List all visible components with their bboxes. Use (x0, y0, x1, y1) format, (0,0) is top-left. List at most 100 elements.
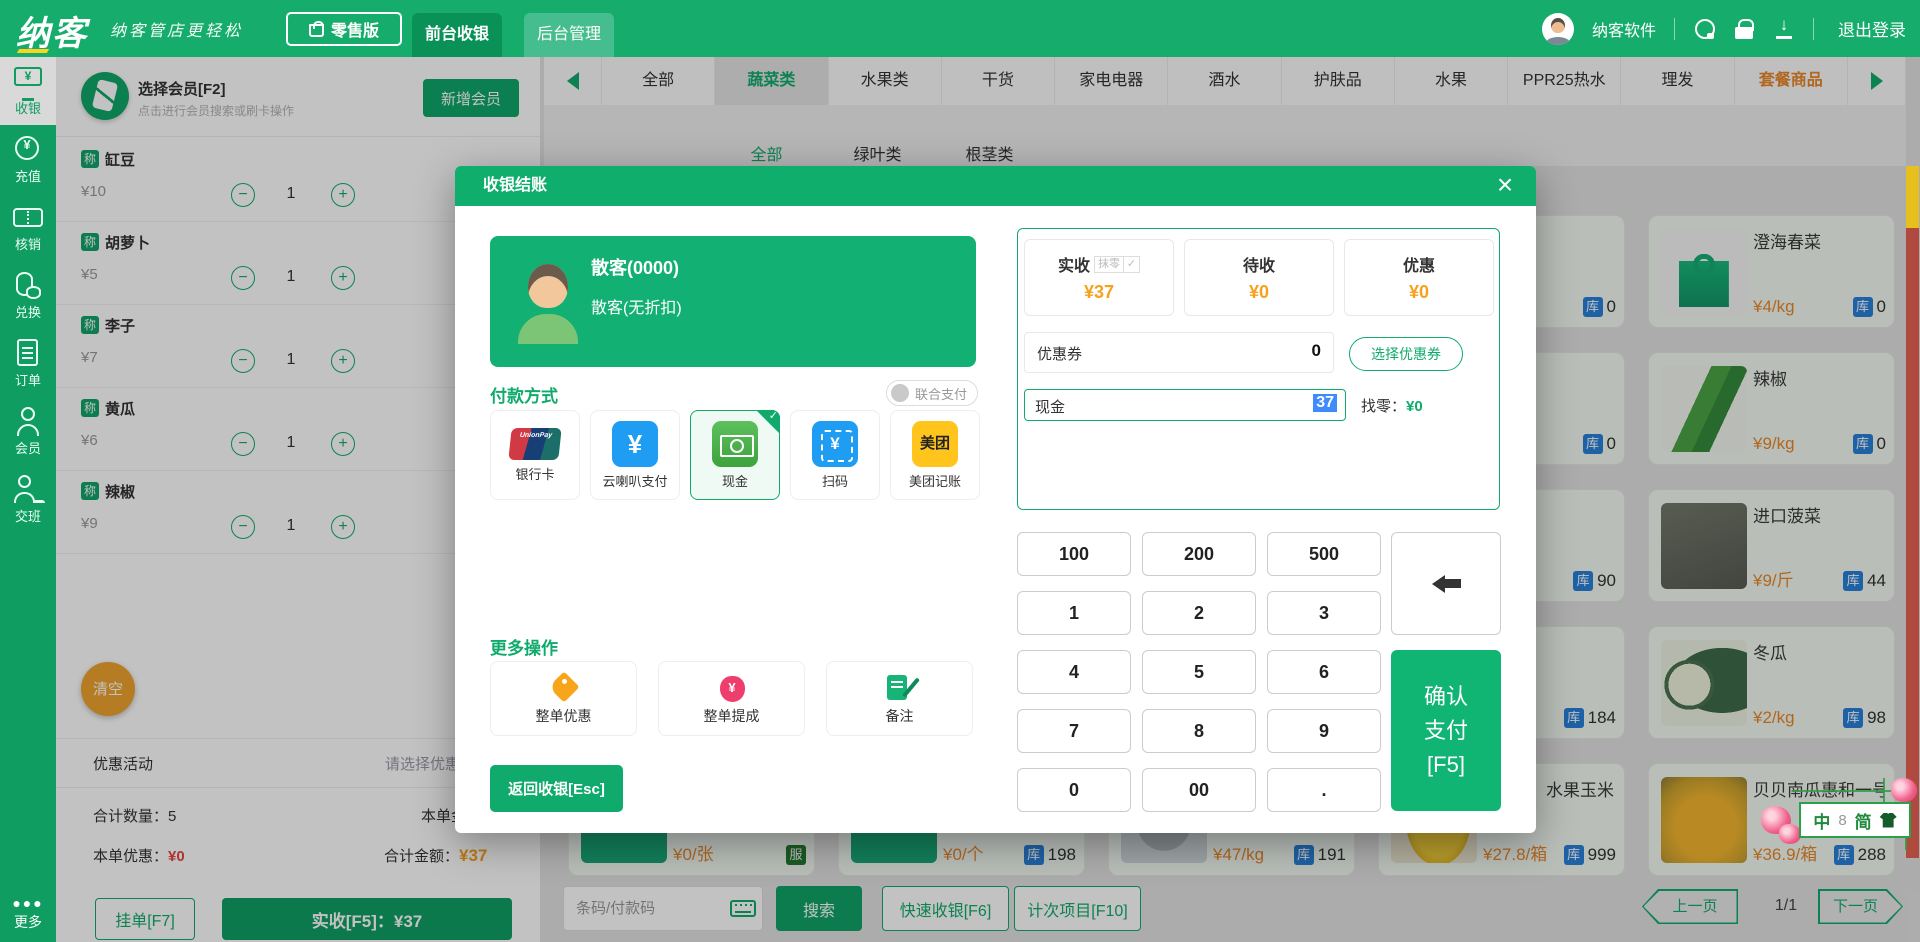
sidebar-item-icon (11, 406, 45, 436)
sidebar-item-label: 会员 (0, 438, 56, 457)
sidebar-item-more[interactable]: ●●● 更多 (0, 894, 56, 932)
more-operation-card[interactable]: 整单提成 (658, 661, 805, 736)
summary-value: ¥0 (1345, 282, 1493, 303)
sidebar-item-label: 兑换 (0, 302, 56, 321)
summary-label: 实收 (1058, 252, 1090, 276)
user-avatar[interactable] (1542, 13, 1574, 45)
flower-decor-icon (1779, 824, 1801, 844)
payment-method-label: 扫码 (791, 471, 879, 490)
sidebar-item-label: 充值 (0, 166, 56, 185)
payment-method-tile[interactable]: 扫码 (790, 410, 880, 500)
support-headset-icon[interactable] (1693, 18, 1715, 40)
combined-pay-toggle[interactable]: 联合支付 (886, 380, 978, 406)
confirm-line: [F5] (1397, 748, 1495, 782)
lock-icon[interactable] (1733, 18, 1755, 40)
confirm-line: 确认 (1397, 680, 1495, 714)
numpad-key[interactable]: 7 (1017, 709, 1131, 753)
sidebar-item[interactable]: 交班 (0, 465, 56, 533)
summary-box: 实收 抹零✓ ¥37 (1024, 239, 1174, 316)
payment-method-tile[interactable]: 现金 (690, 410, 780, 500)
numpad-key[interactable]: 200 (1142, 532, 1256, 576)
numpad-key[interactable]: 3 (1267, 591, 1381, 635)
logout-button[interactable]: 退出登录 (1838, 16, 1906, 41)
payment-method-tile[interactable]: 银行卡 (490, 410, 580, 500)
numpad-key[interactable]: 500 (1267, 532, 1381, 576)
numpad-key[interactable]: 5 (1142, 650, 1256, 694)
download-icon[interactable] (1773, 18, 1795, 40)
backspace-icon (1432, 575, 1461, 593)
sidebar-item[interactable]: 订单 (0, 329, 56, 397)
more-operation-icon (880, 670, 920, 704)
numpad-key[interactable]: 0 (1017, 768, 1131, 812)
sidebar-item[interactable]: 兑换 (0, 261, 56, 329)
cash-label: 现金 (1035, 396, 1065, 417)
more-operation-card[interactable]: 整单优惠 (490, 661, 637, 736)
sidebar-item-icon (11, 66, 45, 96)
numpad-key[interactable]: 9 (1267, 709, 1381, 753)
numpad-key[interactable]: 1 (1017, 591, 1131, 635)
rounding-checkbox[interactable]: 抹零✓ (1094, 256, 1140, 273)
numpad-key[interactable]: 4 (1017, 650, 1131, 694)
more-operations-label: 更多操作 (490, 634, 558, 659)
sidebar-item[interactable]: 会员 (0, 397, 56, 465)
more-operation-card[interactable]: 备注 (826, 661, 973, 736)
more-operation-label: 整单提成 (659, 706, 804, 726)
customer-avatar (512, 260, 584, 344)
sidebar-item-icon (11, 338, 45, 368)
ime-toolbar[interactable]: 中 8 简 (1765, 778, 1917, 850)
sidebar-item-icon (11, 202, 45, 232)
payment-method-tile[interactable]: 云喇叭支付 (590, 410, 680, 500)
ime-bar[interactable]: 中 8 简 (1799, 802, 1911, 838)
combined-pay-label: 联合支付 (915, 384, 967, 403)
sidebar-item-label: 核销 (0, 234, 56, 253)
select-coupon-button[interactable]: 选择优惠券 (1349, 337, 1463, 371)
topbar-tab[interactable]: 后台管理 (524, 13, 614, 57)
numpad-key[interactable]: 00 (1142, 768, 1256, 812)
customer-card: 散客(0000) 散客(无折扣) (490, 236, 976, 367)
modal-title: 收银结账 (483, 166, 547, 206)
user-name: 纳客软件 (1592, 17, 1656, 41)
payment-method-icon (812, 421, 858, 467)
sidebar-item-icon (11, 474, 45, 504)
cash-input-row[interactable]: 现金 37 (1024, 389, 1346, 421)
backspace-key[interactable] (1391, 532, 1501, 635)
topbar-tabs: 前台收银 后台管理 (412, 13, 614, 57)
change-value: ¥0 (1406, 398, 1423, 415)
sidebar-item[interactable]: 核销 (0, 193, 56, 261)
sidebar-item-icon (11, 270, 45, 300)
numpad-key[interactable]: . (1267, 768, 1381, 812)
confirm-pay-button[interactable]: 确认 支付 [F5] (1391, 650, 1501, 811)
numpad-key[interactable]: 2 (1142, 591, 1256, 635)
pos-screen: 纳客 纳客管店更轻松 零售版 前台收银 后台管理 纳客软件 退出登录 (0, 0, 1920, 942)
change-label: 找零： (1361, 398, 1406, 415)
payment-method-icon (508, 428, 561, 460)
ime-simplified-indicator[interactable]: 简 (1855, 808, 1872, 833)
numpad-key[interactable]: 8 (1142, 709, 1256, 753)
payment-method-label: 美团记账 (891, 471, 979, 490)
divider (1674, 18, 1675, 40)
toggle-knob (891, 384, 909, 402)
ime-lang-indicator[interactable]: 中 (1813, 808, 1830, 833)
summary-label: 优惠 (1403, 252, 1435, 276)
more-operation-label: 整单优惠 (491, 706, 636, 726)
sidebar: 收银 充值 核销 兑换 订单 (0, 57, 56, 942)
sidebar-item[interactable]: 充值 (0, 125, 56, 193)
close-icon[interactable]: × (1490, 166, 1520, 204)
topbar-tab[interactable]: 前台收银 (412, 13, 502, 57)
cash-amount-value[interactable]: 37 (1313, 394, 1337, 412)
edition-badge: 零售版 (286, 12, 402, 46)
back-to-cashier-button[interactable]: 返回收银[Esc] (490, 765, 623, 812)
sidebar-item[interactable]: 收银 (0, 57, 56, 125)
amount-panel: 实收 抹零✓ ¥37 待收 ✓ ¥0 (1017, 228, 1500, 510)
summary-label: 待收 (1243, 252, 1275, 276)
payment-method-tile[interactable]: 美团记账 (890, 410, 980, 500)
checkout-modal: 收银结账 × 散客(0000) 散客(无折扣) 付款方式 联合支付 银行卡 (455, 166, 1536, 833)
payment-method-icon (912, 421, 958, 467)
grid-scrollbar[interactable] (1906, 166, 1919, 858)
more-operation-label: 备注 (827, 706, 972, 726)
ime-skin-shirt-icon[interactable] (1880, 813, 1897, 828)
shopping-bag-icon (309, 24, 324, 37)
payment-method-icon (712, 421, 758, 467)
numpad-key[interactable]: 100 (1017, 532, 1131, 576)
numpad-key[interactable]: 6 (1267, 650, 1381, 694)
